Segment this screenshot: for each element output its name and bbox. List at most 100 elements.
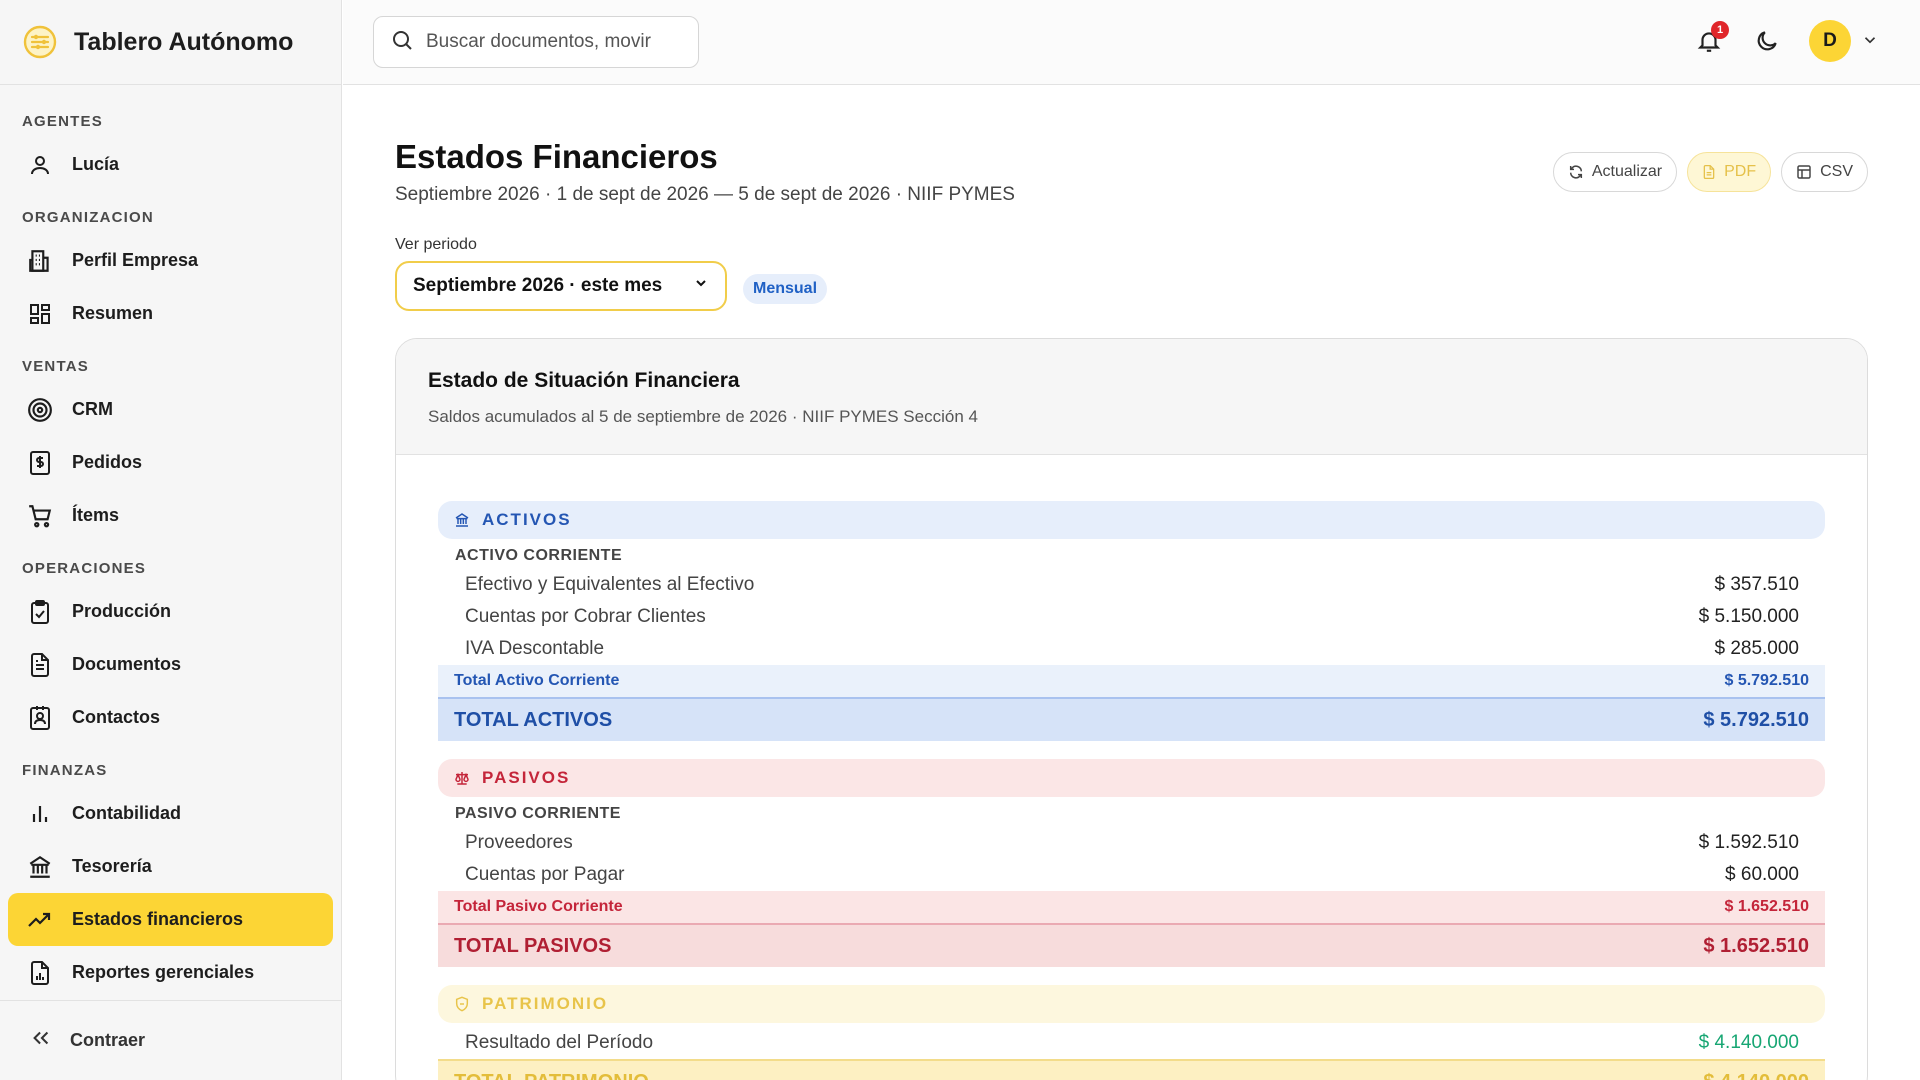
section-title-finanzas: FINANZAS: [22, 762, 108, 779]
pdf-label: PDF: [1724, 163, 1757, 180]
row-value: $ 5.150.000: [1698, 606, 1799, 627]
total-label: TOTAL PATRIMONIO: [454, 1071, 649, 1080]
sidebar-item-label: Resumen: [72, 303, 154, 323]
csv-button[interactable]: CSV: [1781, 152, 1868, 192]
sidebar-item-estados-financieros[interactable]: Estados financieros: [8, 893, 333, 946]
row-value: $ 357.510: [1714, 574, 1799, 595]
refresh-label: Actualizar: [1591, 163, 1663, 180]
section-title-organizacion: ORGANIZACION: [22, 209, 154, 226]
patrimonio-header: PATRIMONIO: [438, 985, 1825, 1023]
table-row: Proveedores $ 1.592.510: [438, 827, 1825, 859]
refresh-icon: [1568, 164, 1584, 180]
statement-card: Estado de Situación Financiera Saldos ac…: [395, 338, 1868, 1080]
theme-toggle-button[interactable]: [1751, 25, 1783, 57]
sidebar-item-label: Perfil Empresa: [72, 250, 199, 270]
subtotal-label: Total Activo Corriente: [454, 672, 620, 689]
activo-corriente-subheader: ACTIVO CORRIENTE: [455, 547, 623, 564]
search-box[interactable]: [373, 16, 699, 68]
sidebar-item-label: Ítems: [72, 505, 120, 525]
period-label: Ver periodo: [395, 236, 477, 253]
report-icon: [26, 959, 54, 987]
scale-icon: [454, 770, 470, 786]
chevron-down-icon[interactable]: [1861, 31, 1879, 54]
brand[interactable]: Tablero Autónomo: [0, 0, 341, 85]
sidebar-item-tesoreria[interactable]: Tesorería: [8, 840, 333, 893]
clipboard-icon: [26, 598, 54, 626]
sidebar-nav: AGENTES Lucía ORGANIZACION Perfil Empres…: [0, 85, 341, 999]
avatar[interactable]: D: [1809, 20, 1851, 62]
table-row: Cuentas por Pagar $ 60.000: [438, 859, 1825, 891]
statement-subtitle: Saldos acumulados al 5 de septiembre de …: [428, 407, 978, 426]
section-title-agentes: AGENTES: [22, 113, 103, 130]
sidebar-item-lucia[interactable]: Lucía: [8, 138, 333, 191]
search-input[interactable]: [426, 31, 676, 53]
subtotal-value: $ 5.792.510: [1724, 672, 1809, 689]
sidebar-item-label: Documentos: [72, 654, 182, 674]
receipt-dollar-icon: [26, 449, 54, 477]
bank-icon: [26, 853, 54, 881]
sidebar-item-crm[interactable]: CRM: [8, 383, 333, 436]
contact-icon: [26, 704, 54, 732]
refresh-button[interactable]: Actualizar: [1552, 152, 1678, 192]
topbar: 1 D: [343, 0, 1920, 85]
sidebar-item-label: CRM: [72, 399, 113, 419]
notifications-button[interactable]: 1: [1693, 21, 1729, 57]
action-buttons: Actualizar PDF CSV: [1552, 152, 1868, 192]
moon-icon: [1757, 31, 1777, 51]
cart-icon: [26, 502, 54, 530]
target-icon: [26, 396, 54, 424]
activos-header-label: ACTIVOS: [482, 510, 572, 529]
building-icon: [26, 247, 54, 275]
statement-header: Estado de Situación Financiera Saldos ac…: [396, 339, 1867, 455]
total-row: TOTAL PASIVOS $ 1.652.510: [438, 923, 1825, 967]
statement-title: Estado de Situación Financiera: [428, 369, 740, 392]
pasivos-header: PASIVOS: [438, 759, 1825, 797]
sidebar-item-items[interactable]: Ítems: [8, 489, 333, 542]
sidebar-item-resumen[interactable]: Resumen: [8, 287, 333, 340]
table-row: IVA Descontable $ 285.000: [438, 633, 1825, 665]
subtotal-row: Total Pasivo Corriente $ 1.652.510: [438, 891, 1825, 923]
sidebar-item-contactos[interactable]: Contactos: [8, 691, 333, 744]
sidebar-item-produccion[interactable]: Producción: [8, 585, 333, 638]
pasivo-corriente-subheader: PASIVO CORRIENTE: [455, 805, 621, 822]
sidebar-item-reportes-gerenciales[interactable]: Reportes gerenciales: [8, 946, 333, 999]
notification-badge: 1: [1711, 21, 1729, 39]
row-label: Proveedores: [465, 832, 573, 853]
total-row: TOTAL ACTIVOS $ 5.792.510: [438, 697, 1825, 741]
period-select-value: Septiembre 2026 · este mes: [413, 275, 663, 296]
app-title: Tablero Autónomo: [74, 27, 294, 56]
row-value: $ 285.000: [1714, 638, 1799, 659]
subtotal-row: Total Activo Corriente $ 5.792.510: [438, 665, 1825, 697]
row-label: Resultado del Período: [465, 1032, 654, 1053]
sidebar-item-perfil-empresa[interactable]: Perfil Empresa: [8, 234, 333, 287]
double-chevron-left-icon: [30, 1027, 52, 1054]
logo-icon: [23, 25, 57, 59]
user-icon: [26, 151, 54, 179]
sidebar-item-label: Estados financieros: [72, 909, 244, 929]
period-type-chip: Mensual: [743, 274, 828, 304]
total-value: $ 1.652.510: [1703, 934, 1809, 957]
sidebar-item-label: Pedidos: [72, 452, 143, 472]
sidebar-item-documentos[interactable]: Documentos: [8, 638, 333, 691]
sidebar-item-pedidos[interactable]: Pedidos: [8, 436, 333, 489]
pdf-button[interactable]: PDF: [1687, 152, 1772, 192]
row-label: Cuentas por Pagar: [465, 864, 625, 885]
row-value: $ 1.592.510: [1698, 832, 1799, 853]
document-icon: [26, 651, 54, 679]
sidebar: Tablero Autónomo AGENTES Lucía ORGANIZAC…: [0, 0, 342, 1080]
total-value: $ 5.792.510: [1703, 708, 1809, 731]
total-label: TOTAL ACTIVOS: [454, 708, 613, 731]
row-value: $ 4.140.000: [1698, 1032, 1799, 1053]
chevron-down-icon: [693, 275, 709, 297]
collapse-button[interactable]: Contraer: [0, 1000, 341, 1080]
pasivos-header-label: PASIVOS: [482, 768, 571, 787]
sidebar-item-label: Producción: [72, 601, 172, 621]
csv-label: CSV: [1820, 163, 1853, 180]
subtotal-value: $ 1.652.510: [1724, 898, 1809, 915]
row-label: IVA Descontable: [465, 638, 605, 659]
total-label: TOTAL PASIVOS: [454, 934, 612, 957]
period-select[interactable]: Septiembre 2026 · este mes: [395, 261, 727, 311]
table-icon: [1796, 164, 1812, 180]
sidebar-item-label: Tesorería: [72, 856, 152, 876]
sidebar-item-contabilidad[interactable]: Contabilidad: [8, 787, 333, 840]
